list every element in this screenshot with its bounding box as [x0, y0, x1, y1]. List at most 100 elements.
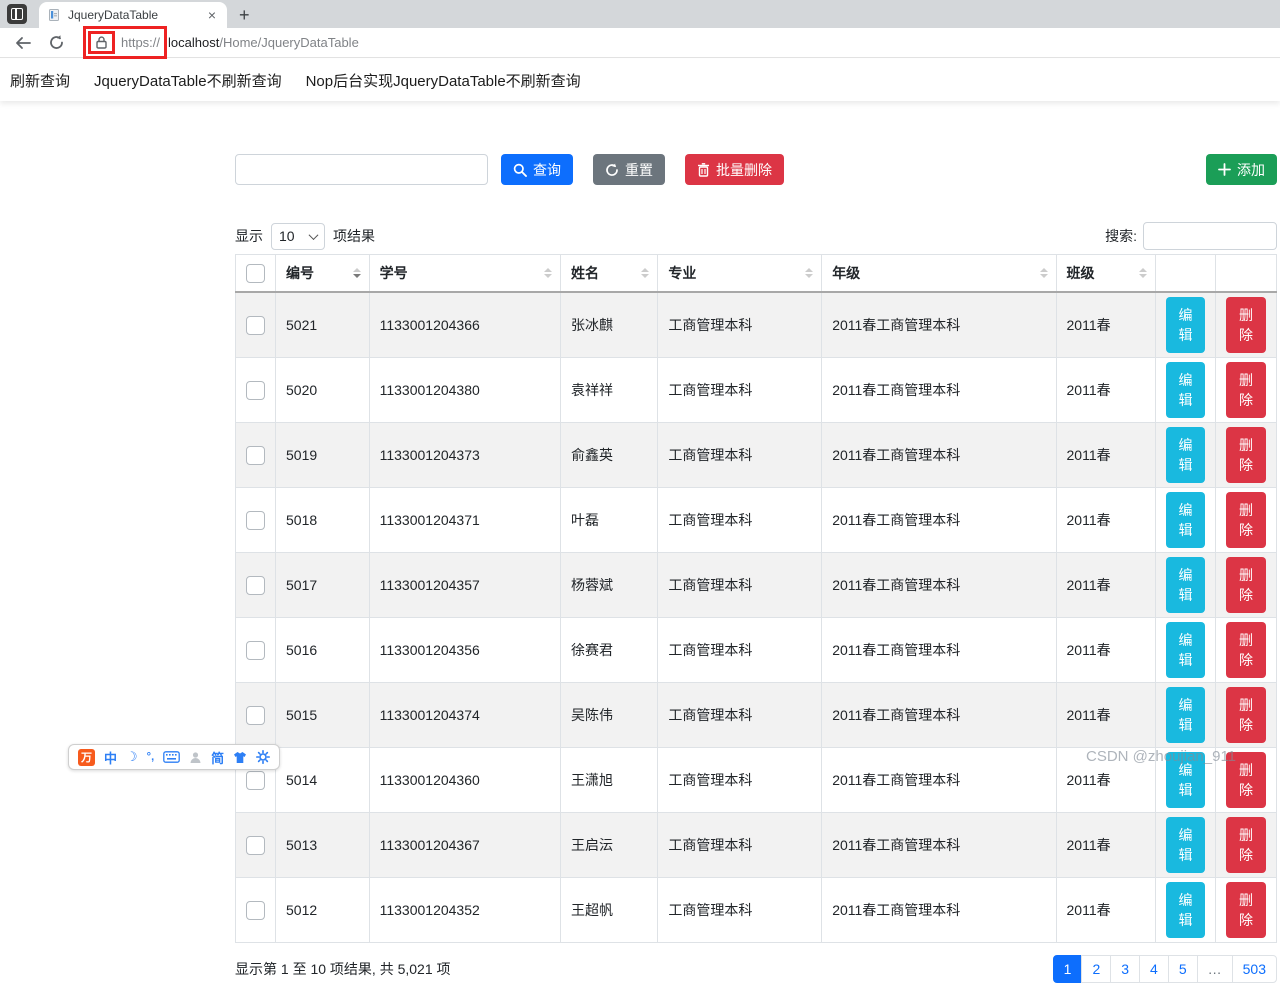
row-checkbox[interactable] [246, 510, 265, 530]
table-header-row: 编号 学号 姓名 专业 年级 班级 [235, 254, 1277, 293]
keyword-input[interactable] [235, 154, 488, 185]
table-controls: 显示 10 项结果 搜索: [235, 222, 1277, 250]
row-checkbox[interactable] [246, 380, 265, 400]
delete-button[interactable]: 删除 [1226, 362, 1266, 418]
cell-name: 吴陈伟 [559, 682, 659, 748]
cell-student-no: 1133001204357 [368, 552, 561, 618]
table-row: 5019 1133001204373 俞鑫英 工商管理本科 2011春工商管理本… [235, 422, 1277, 488]
cell-student-no: 1133001204366 [368, 291, 561, 358]
cell-student-no: 1133001204367 [368, 812, 561, 878]
row-checkbox[interactable] [246, 445, 265, 465]
edit-button[interactable]: 编辑 [1166, 622, 1205, 678]
cell-grade: 2011春工商管理本科 [821, 357, 1057, 423]
page-size-select[interactable]: 10 [271, 222, 325, 250]
table-search-input[interactable] [1143, 222, 1277, 250]
delete-button[interactable]: 删除 [1226, 297, 1266, 353]
cell-major: 工商管理本科 [657, 291, 823, 358]
column-header-id[interactable]: 编号 [275, 254, 370, 293]
column-header-student-no[interactable]: 学号 [368, 254, 561, 293]
select-all-checkbox[interactable] [246, 263, 265, 283]
cell-student-no: 1133001204352 [368, 877, 561, 943]
row-checkbox[interactable] [246, 315, 265, 335]
table-body: 5021 1133001204366 张冰麒 工商管理本科 2011春工商管理本… [235, 291, 1277, 943]
delete-button[interactable]: 删除 [1226, 492, 1266, 548]
edit-button[interactable]: 编辑 [1166, 492, 1205, 548]
delete-button[interactable]: 删除 [1226, 882, 1266, 938]
main-content: 查询 重置 批量删除 添加 显示 10 项结果 搜索: 编号 学号 姓名 专业 … [235, 154, 1277, 983]
browser-tab[interactable]: JqueryDataTable × [39, 2, 227, 28]
address-field[interactable]: https:// localhost /Home/JqueryDataTable [83, 26, 359, 59]
ime-punct-toggle[interactable]: °, [147, 751, 154, 763]
column-header-name[interactable]: 姓名 [559, 254, 659, 293]
delete-button[interactable]: 删除 [1226, 427, 1266, 483]
cell-major: 工商管理本科 [657, 617, 823, 683]
page-3[interactable]: 3 [1110, 955, 1141, 983]
column-header-grade[interactable]: 年级 [821, 254, 1057, 293]
refresh-icon[interactable] [48, 34, 65, 51]
ime-toolbar: 万 中 ☽ °, 简 [68, 744, 281, 770]
ime-simplified-toggle[interactable]: 简 [211, 748, 224, 767]
ime-logo-icon[interactable]: 万 [78, 748, 95, 766]
table-row: 5015 1133001204374 吴陈伟 工商管理本科 2011春工商管理本… [235, 682, 1277, 748]
delete-button[interactable]: 删除 [1226, 817, 1266, 873]
edit-button[interactable]: 编辑 [1166, 687, 1205, 743]
tab-close-icon[interactable]: × [205, 7, 219, 23]
nav-link-jquerydatatable-query[interactable]: JqueryDataTable不刷新查询 [94, 70, 282, 91]
row-checkbox[interactable] [246, 900, 265, 920]
edit-button[interactable]: 编辑 [1166, 882, 1205, 938]
browser-url-bar: https:// localhost /Home/JqueryDataTable [0, 26, 1280, 59]
edit-button[interactable]: 编辑 [1166, 817, 1205, 873]
cell-name: 俞鑫英 [559, 422, 659, 488]
row-checkbox[interactable] [246, 835, 265, 855]
column-header-delete [1215, 254, 1277, 293]
edit-button[interactable]: 编辑 [1166, 557, 1205, 613]
ime-settings-gear-icon[interactable] [256, 750, 271, 764]
cell-name: 张冰麒 [559, 291, 659, 358]
cell-grade: 2011春工商管理本科 [821, 552, 1057, 618]
edit-button[interactable]: 编辑 [1166, 362, 1205, 418]
edit-button[interactable]: 编辑 [1166, 297, 1205, 353]
column-header-major[interactable]: 专业 [657, 254, 823, 293]
delete-button[interactable]: 删除 [1226, 557, 1266, 613]
row-checkbox[interactable] [246, 575, 265, 595]
ime-user-icon[interactable] [189, 751, 202, 764]
ime-skin-icon[interactable] [233, 751, 247, 764]
page-2[interactable]: 2 [1081, 955, 1112, 983]
add-button[interactable]: 添加 [1206, 154, 1277, 185]
delete-button[interactable]: 删除 [1226, 687, 1266, 743]
back-icon[interactable] [14, 35, 32, 51]
row-checkbox[interactable] [246, 705, 265, 725]
cell-name: 王潇旭 [559, 747, 659, 813]
page-ellipsis[interactable]: … [1196, 955, 1233, 983]
row-checkbox[interactable] [246, 640, 265, 660]
nav-link-nop-backend-query[interactable]: Nop后台实现JqueryDataTable不刷新查询 [306, 70, 581, 91]
cell-class: 2011春 [1055, 552, 1157, 618]
table-row: 5021 1133001204366 张冰麒 工商管理本科 2011春工商管理本… [235, 291, 1277, 358]
favicon-icon [49, 9, 59, 21]
page-1[interactable]: 1 [1052, 955, 1083, 983]
csdn-watermark: CSDN @zhoujian_911 [1086, 748, 1237, 765]
ime-lang-toggle[interactable]: 中 [104, 748, 117, 767]
ime-keyboard-icon[interactable] [163, 751, 180, 763]
batch-delete-button[interactable]: 批量删除 [685, 154, 784, 185]
cell-grade: 2011春工商管理本科 [821, 812, 1057, 878]
edit-button[interactable]: 编辑 [1166, 427, 1205, 483]
page-4[interactable]: 4 [1139, 955, 1169, 983]
cell-id: 5019 [275, 422, 370, 488]
page-5[interactable]: 5 [1167, 955, 1198, 983]
page-503[interactable]: 503 [1231, 955, 1277, 983]
tab-actions-icon[interactable] [7, 4, 27, 24]
query-button[interactable]: 查询 [501, 154, 573, 185]
cell-student-no: 1133001204360 [368, 747, 561, 813]
ime-moon-icon[interactable]: ☽ [126, 749, 138, 765]
cell-id: 5020 [275, 357, 370, 423]
browser-tab-strip: JqueryDataTable × + [0, 0, 1280, 28]
cell-student-no: 1133001204374 [368, 682, 561, 748]
reset-button[interactable]: 重置 [593, 154, 665, 185]
delete-button[interactable]: 删除 [1226, 622, 1266, 678]
new-tab-icon[interactable]: + [239, 5, 250, 25]
row-checkbox[interactable] [246, 770, 265, 790]
pagination: 1 2 3 4 5… 503 [1052, 955, 1277, 983]
nav-link-refresh-query[interactable]: 刷新查询 [10, 70, 70, 91]
column-header-class[interactable]: 班级 [1055, 254, 1157, 293]
